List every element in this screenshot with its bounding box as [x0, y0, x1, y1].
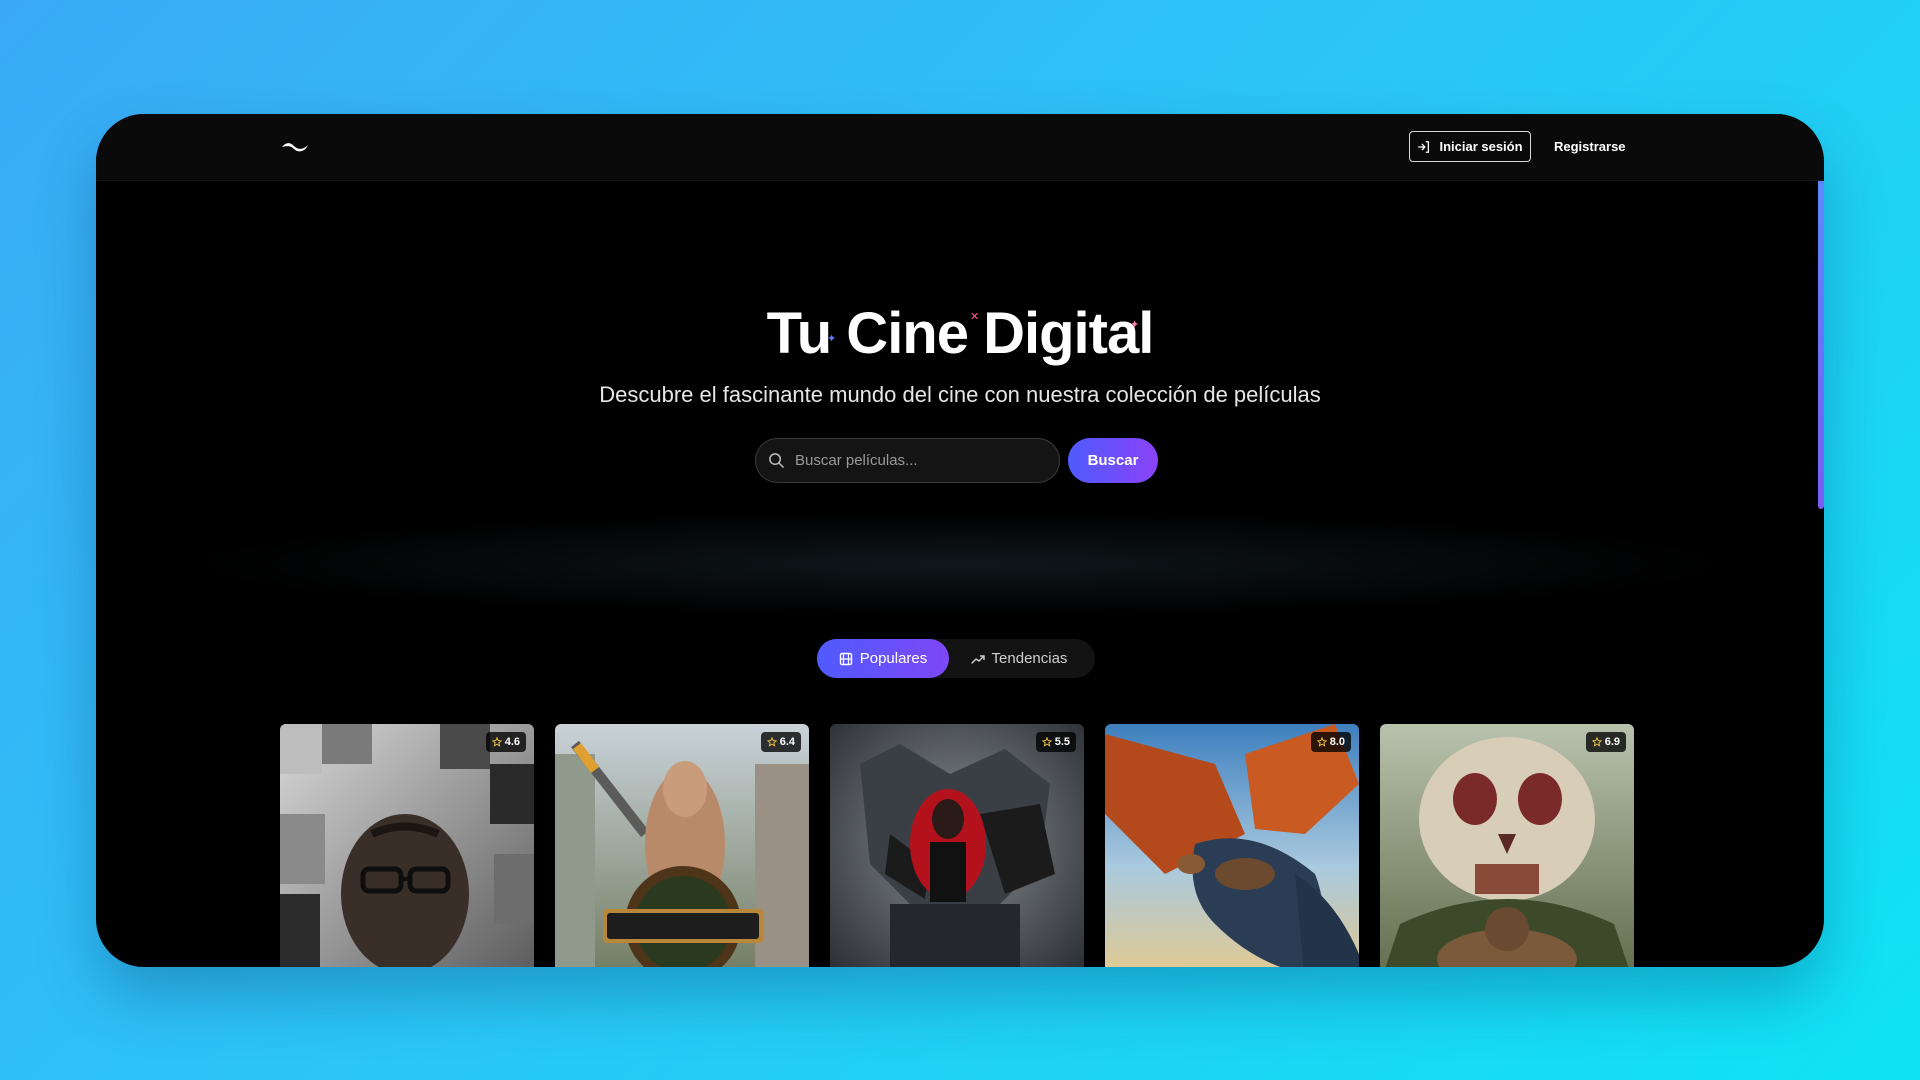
star-icon: [491, 737, 502, 747]
star-icon: [1041, 737, 1052, 747]
page-subtitle: Descubre el fascinante mundo del cine co…: [599, 382, 1321, 407]
film-icon: [839, 652, 852, 665]
search-input[interactable]: [793, 451, 1047, 470]
rating-badge: 5.5: [1035, 732, 1076, 752]
rating-badge: 4.6: [485, 732, 526, 752]
movie-poster: [1380, 724, 1634, 967]
background-glow: [96, 494, 1824, 634]
tab-trending-label: Tendencias: [991, 650, 1068, 667]
trending-up-icon: [970, 654, 985, 664]
login-label: Iniciar sesión: [1439, 139, 1523, 154]
movie-poster: [1105, 724, 1359, 967]
rating-value: 4.6: [504, 736, 520, 748]
sparkle-icon: ✦: [827, 333, 837, 345]
movie-card[interactable]: 6.4: [555, 724, 809, 967]
rating-badge: 6.4: [760, 732, 801, 752]
sparkle-icon: ✕: [970, 311, 980, 323]
movie-poster: [830, 724, 1084, 967]
login-arrow-icon: [1418, 140, 1430, 153]
movie-card[interactable]: 8.0: [1105, 724, 1359, 967]
search-button[interactable]: Buscar: [1068, 438, 1158, 483]
login-button[interactable]: Iniciar sesión: [1409, 131, 1531, 162]
search-box[interactable]: [755, 438, 1060, 483]
rating-value: 6.9: [1604, 736, 1620, 748]
navbar: Iniciar sesión Registrarse: [96, 114, 1824, 181]
movie-poster: [555, 724, 809, 967]
movie-card[interactable]: 6.9: [1380, 724, 1634, 967]
wave-logo-icon[interactable]: [280, 141, 310, 155]
movie-poster: [280, 724, 534, 967]
rating-value: 6.4: [779, 736, 795, 748]
movie-card[interactable]: 5.5: [830, 724, 1084, 967]
sparkle-icon: ✦: [1130, 319, 1140, 331]
star-icon: [1591, 737, 1602, 747]
register-link[interactable]: Registrarse: [1554, 139, 1626, 154]
tab-popular[interactable]: Populares: [817, 639, 949, 678]
tab-trending[interactable]: Tendencias: [954, 639, 1084, 678]
search-icon: [769, 453, 784, 468]
movie-card[interactable]: 4.6: [280, 724, 534, 967]
page-title: Tu Cine Digital: [766, 301, 1155, 366]
star-icon: [766, 737, 777, 747]
app-window: Iniciar sesión Registrarse Tu Cine Digit…: [96, 114, 1824, 967]
rating-value: 5.5: [1054, 736, 1070, 748]
rating-badge: 8.0: [1310, 732, 1351, 752]
tab-popular-label: Populares: [859, 650, 928, 667]
rating-value: 8.0: [1329, 736, 1345, 748]
category-tabs: Populares Tendencias: [817, 639, 1095, 678]
rating-badge: 6.9: [1585, 732, 1626, 752]
star-icon: [1316, 737, 1327, 747]
